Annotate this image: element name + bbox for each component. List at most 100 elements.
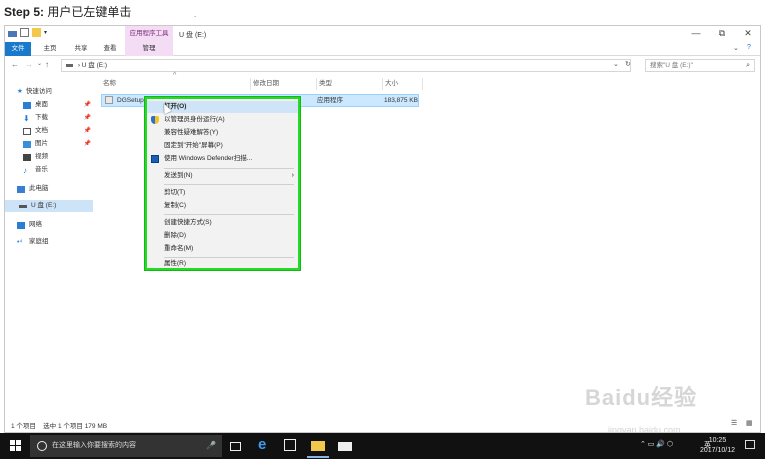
taskbar: 在这里输入你要搜索的内容 🎤 e ⌃ ▭ 🔊 ⬡ 英 10:25 2017/10… <box>0 433 765 459</box>
tab-view[interactable]: 查看 <box>99 42 121 56</box>
file-explorer-window: ▾ 应用程序工具 U 盘 (E:) — ⧉ ✕ 文件 主页 共享 查看 管理 ⌄… <box>4 25 761 433</box>
sidebar-item-downloads[interactable]: ⬇ 下载 📌 <box>23 112 93 124</box>
videos-icon <box>23 153 31 161</box>
status-bar: 1 个项目 选中 1 个项目 179 MB <box>11 420 107 430</box>
file-name[interactable]: DGSetup <box>117 95 144 106</box>
pictures-icon <box>23 140 31 148</box>
pin-icon[interactable]: 📌 <box>84 112 91 124</box>
pin-icon[interactable]: 📌 <box>84 125 91 137</box>
maximize-button[interactable]: ⧉ <box>716 28 728 39</box>
menu-item-cut[interactable]: 剪切(T) <box>147 187 298 199</box>
details-view-icon[interactable]: ☰ <box>731 419 737 427</box>
column-date-modified[interactable]: 修改日期 <box>251 78 317 90</box>
menu-item-delete[interactable]: 删除(D) <box>147 230 298 242</box>
file-type: 应用程序 <box>317 97 343 104</box>
watermark-brand: Baidu经验 <box>585 385 698 410</box>
baidu-watermark: Baidu经验 <box>585 380 697 412</box>
computer-icon <box>17 185 25 193</box>
system-clock[interactable]: 10:25 2017/10/12 <box>700 436 735 456</box>
search-placeholder: 搜索"U 盘 (E:)" <box>650 62 693 69</box>
star-icon: ★ <box>17 88 23 95</box>
sidebar-item-this-pc[interactable]: 此电脑 <box>17 183 93 195</box>
menu-item-label: 以管理员身份运行(A) <box>164 116 225 123</box>
up-icon[interactable]: ↑ <box>45 60 49 69</box>
caption-dot: . <box>194 10 197 19</box>
ribbon-expand-icon[interactable]: ⌄ <box>733 44 739 52</box>
menu-item-defender-scan[interactable]: 使用 Windows Defender扫描... <box>147 153 298 165</box>
new-folder-icon[interactable] <box>32 28 41 37</box>
tab-share[interactable]: 共享 <box>69 42 93 56</box>
menu-item-send-to[interactable]: 发送到(N) › <box>147 170 298 182</box>
file-explorer-taskbar-icon[interactable] <box>311 441 325 451</box>
forward-icon[interactable]: → <box>25 60 33 69</box>
sidebar-item-network[interactable]: 网络 <box>17 219 93 231</box>
windows-start-icon[interactable] <box>10 440 22 452</box>
pin-icon[interactable]: 📌 <box>84 138 91 150</box>
edge-icon[interactable]: e <box>258 436 272 453</box>
store-icon[interactable] <box>284 439 296 451</box>
menu-item-label: 兼容性疑难解答(Y) <box>164 129 219 136</box>
address-path[interactable]: U 盘 (E:) <box>82 62 107 69</box>
close-button[interactable]: ✕ <box>742 28 754 39</box>
taskbar-search-placeholder: 在这里输入你要搜索的内容 <box>52 442 136 449</box>
taskbar-search-box[interactable]: 在这里输入你要搜索的内容 🎤 <box>30 435 222 457</box>
pin-icon[interactable]: 📌 <box>84 99 91 111</box>
sidebar-item-desktop[interactable]: 桌面 📌 <box>23 99 93 111</box>
microphone-icon[interactable]: 🎤 <box>206 435 216 457</box>
task-view-icon[interactable] <box>230 442 241 451</box>
sidebar-item-pictures[interactable]: 图片 📌 <box>23 138 93 150</box>
defender-icon <box>151 155 159 163</box>
tab-file[interactable]: 文件 <box>5 42 31 56</box>
address-dropdown-icon[interactable]: ⌄ <box>613 60 619 68</box>
minimize-button[interactable]: — <box>690 28 702 38</box>
properties-icon[interactable] <box>20 28 29 37</box>
network-icon <box>17 221 25 229</box>
context-tab-app-tools: 应用程序工具 <box>125 26 173 42</box>
qat-dropdown-icon[interactable]: ▾ <box>44 29 47 36</box>
navigation-pane: ★ 快速访问 桌面 📌 ⬇ 下载 📌 文档 📌 图片 📌 视频 ♪ 音乐 此电脑… <box>5 76 93 416</box>
menu-item-copy[interactable]: 复制(C) <box>147 200 298 212</box>
clock-date: 2017/10/12 <box>699 447 735 454</box>
mail-icon[interactable] <box>338 442 352 451</box>
tab-manage[interactable]: 管理 <box>125 42 173 56</box>
sidebar-item-homegroup[interactable]: •⁴ 家庭组 <box>17 236 93 248</box>
menu-item-label: 创建快捷方式(S) <box>164 219 212 226</box>
recent-dropdown-icon[interactable]: ⌄ <box>37 60 42 67</box>
sidebar-item-label: 家庭组 <box>29 238 49 245</box>
sidebar-item-label: 图片 <box>35 140 48 147</box>
quick-access-toolbar: ▾ <box>8 28 47 37</box>
menu-item-run-as-admin[interactable]: 以管理员身份运行(A) <box>147 114 298 126</box>
menu-item-pin-to-start[interactable]: 固定到"开始"屏幕(P) <box>147 140 298 152</box>
menu-item-label: 复制(C) <box>164 202 187 209</box>
search-input[interactable]: 搜索"U 盘 (E:)" ⌕ <box>645 59 755 72</box>
sidebar-item-documents[interactable]: 文档 📌 <box>23 125 93 137</box>
tray-icons[interactable]: ⌃ ▭ 🔊 ⬡ <box>640 440 673 448</box>
tab-home[interactable]: 主页 <box>38 42 62 56</box>
large-icons-view-icon[interactable]: ▦ <box>746 419 753 427</box>
refresh-icon[interactable]: ↻ <box>625 60 631 68</box>
menu-item-troubleshoot-compatibility[interactable]: 兼容性疑难解答(Y) <box>147 127 298 139</box>
notification-center-icon[interactable] <box>745 440 755 449</box>
menu-item-properties[interactable]: 属性(R) <box>147 258 298 270</box>
address-row: ← → ⌄ ↑ › U 盘 (E:) ⌄ ↻ 搜索"U 盘 (E:)" ⌕ <box>5 57 760 74</box>
back-icon[interactable]: ← <box>11 60 19 69</box>
help-icon[interactable]: ? <box>747 44 751 51</box>
sidebar-item-label: 桌面 <box>35 101 48 108</box>
menu-item-create-shortcut[interactable]: 创建快捷方式(S) <box>147 217 298 229</box>
menu-separator <box>164 214 294 215</box>
sidebar-item-videos[interactable]: 视频 <box>23 151 93 163</box>
address-bar[interactable]: › U 盘 (E:) <box>61 59 631 72</box>
sidebar-item-quick-access[interactable]: ★ 快速访问 <box>17 86 105 98</box>
column-size[interactable]: 大小 <box>383 78 423 90</box>
active-app-indicator <box>307 456 329 458</box>
breadcrumb-chevron-icon[interactable]: › <box>78 62 80 69</box>
sidebar-item-music[interactable]: ♪ 音乐 <box>23 164 93 176</box>
submenu-arrow-icon: › <box>291 172 294 179</box>
search-icon[interactable]: ⌕ <box>746 60 750 71</box>
menu-item-label: 发送到(N) <box>164 172 193 179</box>
sidebar-item-usb-drive[interactable]: U 盘 (E:) <box>5 200 93 212</box>
column-type[interactable]: 类型 <box>317 78 383 90</box>
menu-item-label: 剪切(T) <box>164 189 186 196</box>
menu-item-rename[interactable]: 重命名(M) <box>147 243 298 255</box>
column-name[interactable]: 名称 <box>101 78 251 90</box>
